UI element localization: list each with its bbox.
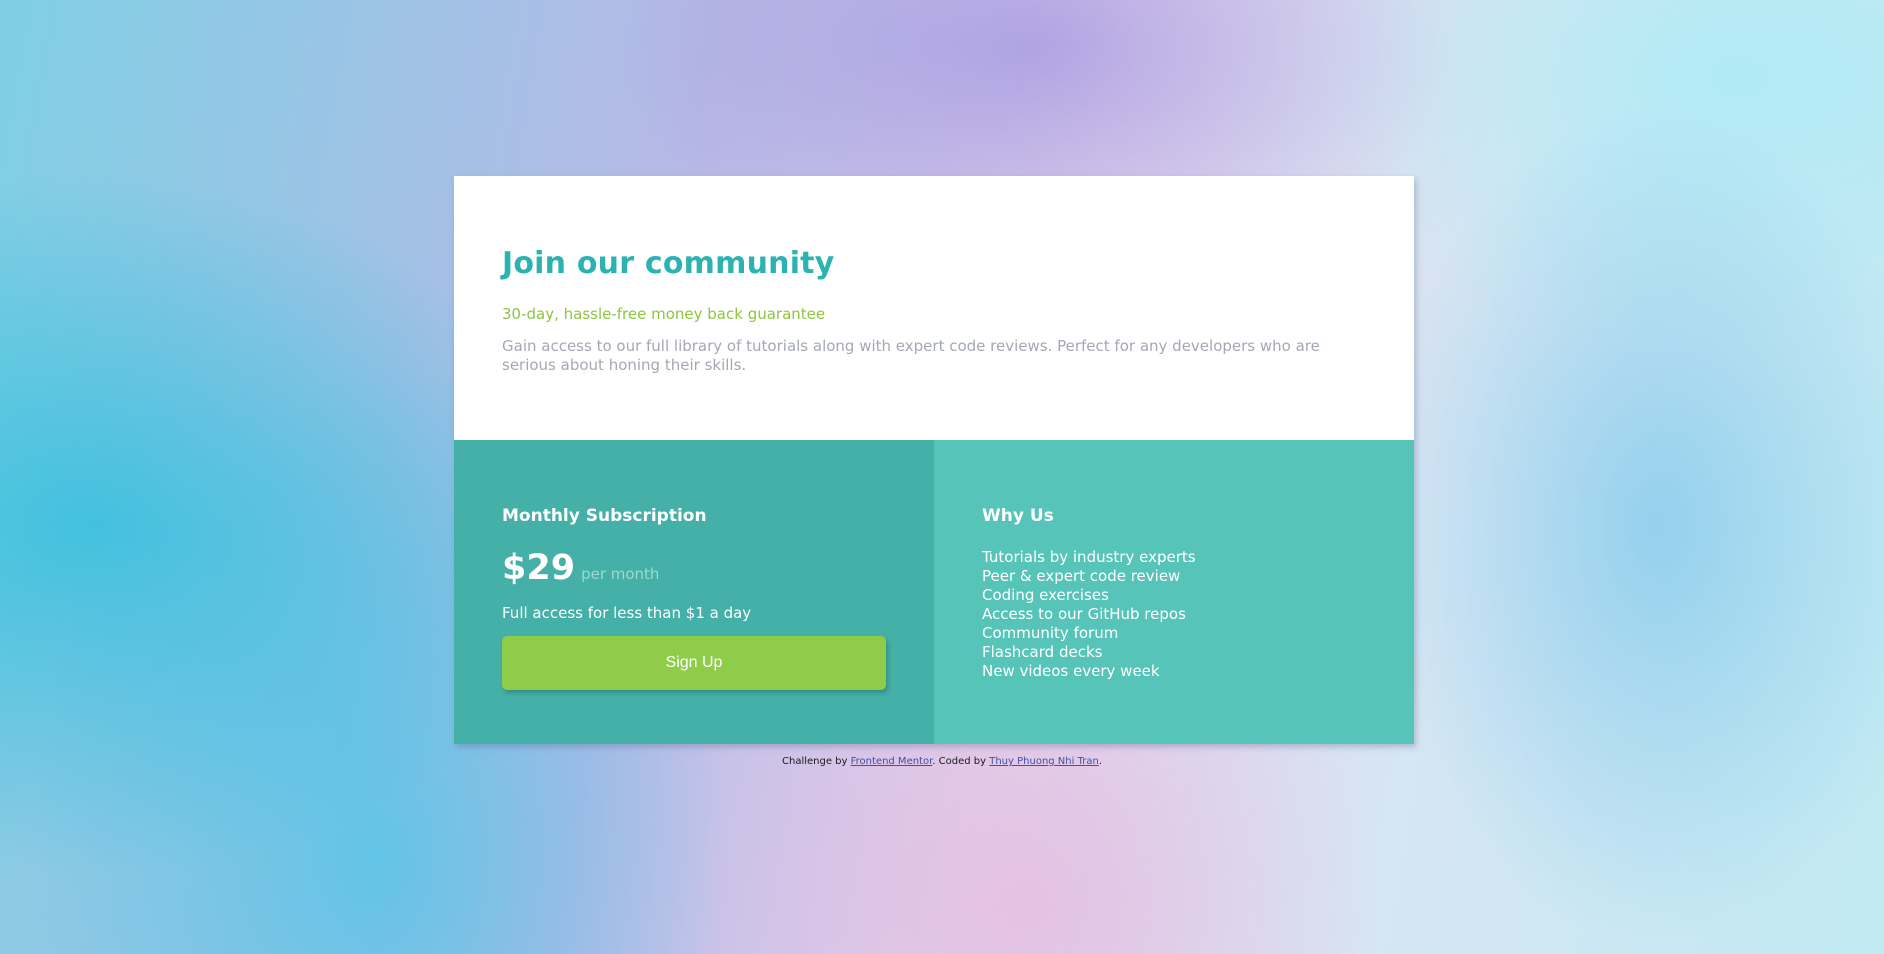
price-row: $29 per month	[502, 548, 886, 588]
why-us-item: Coding exercises	[982, 586, 1109, 604]
description-text: Gain access to our full library of tutor…	[502, 337, 1320, 374]
why-us-item: New videos every week	[982, 662, 1160, 680]
price-amount: $29	[502, 548, 576, 588]
subscription-panel: Monthly Subscription $29 per month Full …	[454, 440, 934, 744]
guarantee-text: 30-day, hassle-free money back guarantee	[502, 305, 826, 323]
frontend-mentor-link[interactable]: Frontend Mentor	[851, 756, 933, 767]
why-us-item: Flashcard decks	[982, 643, 1103, 661]
why-us-list: Tutorials by industry experts Peer & exp…	[982, 548, 1366, 681]
attribution-challenge-prefix: Challenge by	[782, 756, 851, 767]
attribution-suffix: .	[1098, 756, 1102, 767]
card-header-section: Join our community 30-day, hassle-free m…	[454, 176, 1414, 440]
attribution-coded-prefix: . Coded by	[932, 756, 990, 767]
access-note: Full access for less than $1 a day	[502, 604, 752, 622]
pricing-card: Join our community 30-day, hassle-free m…	[454, 176, 1414, 744]
why-us-item: Community forum	[982, 624, 1119, 642]
sign-up-button[interactable]: Sign Up	[502, 636, 886, 690]
why-us-panel: Why Us Tutorials by industry experts Pee…	[934, 440, 1414, 744]
why-us-item: Peer & expert code review	[982, 567, 1181, 585]
attribution: Challenge by Frontend Mentor. Coded by T…	[0, 756, 1884, 767]
why-us-title: Why Us	[982, 506, 1054, 526]
card-bottom-section: Monthly Subscription $29 per month Full …	[454, 440, 1414, 744]
author-link[interactable]: Thuy Phuong Nhi Tran	[989, 756, 1099, 767]
subscription-title: Monthly Subscription	[502, 506, 707, 526]
why-us-item: Tutorials by industry experts	[982, 548, 1196, 566]
price-period: per month	[581, 565, 660, 583]
page-title: Join our community	[502, 246, 835, 281]
why-us-item: Access to our GitHub repos	[982, 605, 1186, 623]
